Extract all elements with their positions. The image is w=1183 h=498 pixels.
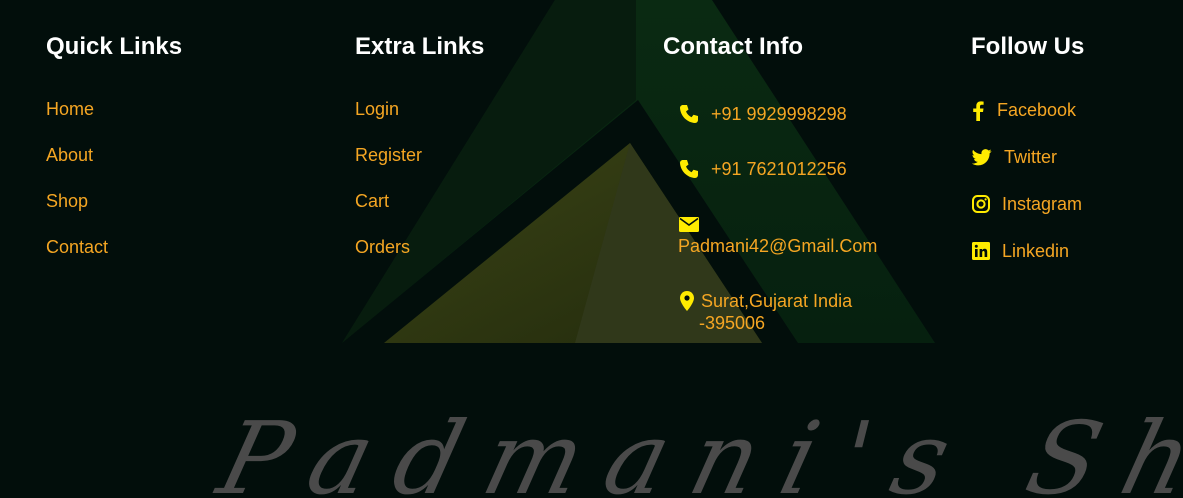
contact-address-line-1: Surat,Gujarat India xyxy=(701,291,853,311)
contact-email[interactable]: Padmani42@Gmail.Com xyxy=(678,236,877,257)
phone-icon xyxy=(679,159,699,179)
extra-link-register[interactable]: Register xyxy=(355,145,422,166)
extra-link-orders[interactable]: Orders xyxy=(355,237,410,258)
social-link-label: Facebook xyxy=(997,100,1077,120)
contact-info-heading: Contact Info xyxy=(663,33,803,60)
twitter-icon xyxy=(972,149,992,166)
contact-phone-2[interactable]: +91 7621012256 xyxy=(711,159,847,180)
contact-address-line-2: -395006 xyxy=(699,313,766,333)
site-footer: Padmani's Shop Quick Links Home About Sh… xyxy=(0,0,1183,498)
social-link-instagram[interactable]: Instagram xyxy=(971,194,1111,216)
linkedin-icon xyxy=(972,242,990,260)
extra-link-login[interactable]: Login xyxy=(355,99,399,120)
quick-link-contact[interactable]: Contact xyxy=(46,237,108,258)
follow-us-heading: Follow Us xyxy=(971,33,1085,60)
social-link-linkedin[interactable]: Linkedin xyxy=(971,241,1111,263)
social-link-facebook[interactable]: Facebook xyxy=(971,100,1111,122)
social-link-twitter[interactable]: Twitter xyxy=(971,147,1111,169)
phone-icon xyxy=(679,104,699,124)
contact-phone-1[interactable]: +91 9929998298 xyxy=(711,104,847,125)
quick-link-home[interactable]: Home xyxy=(46,99,94,120)
instagram-icon xyxy=(972,195,990,213)
extra-link-cart[interactable]: Cart xyxy=(355,191,389,212)
social-link-label: Linkedin xyxy=(1002,241,1070,261)
social-link-label: Twitter xyxy=(1004,147,1058,167)
extra-links-heading: Extra Links xyxy=(355,33,485,60)
social-link-label: Instagram xyxy=(1002,194,1083,214)
facebook-icon xyxy=(972,101,984,121)
envelope-icon xyxy=(679,217,699,232)
brand-watermark: Padmani's Shop xyxy=(208,400,1183,498)
quick-link-shop[interactable]: Shop xyxy=(46,191,88,212)
map-pin-icon xyxy=(680,291,694,311)
quick-link-about[interactable]: About xyxy=(46,145,93,166)
quick-links-heading: Quick Links xyxy=(46,33,183,60)
